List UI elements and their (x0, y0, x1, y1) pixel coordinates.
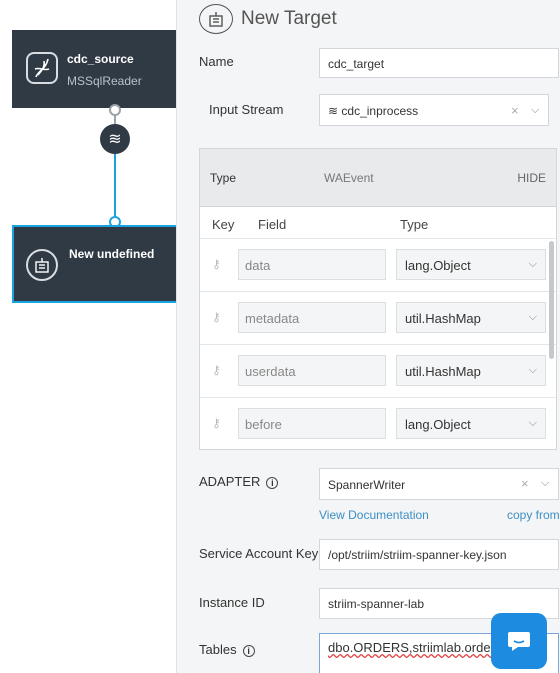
type-label: Type (210, 171, 237, 185)
field-type-value: util.HashMap (405, 364, 481, 379)
chat-button[interactable] (491, 613, 547, 669)
type-header: Type WAEvent HIDE (200, 149, 556, 207)
source-node-subtitle: MSSqlReader (67, 74, 142, 88)
chevron-down-icon: ⌵ (528, 258, 537, 270)
field-name[interactable]: userdata (238, 355, 386, 386)
source-node-title: cdc_source (67, 52, 134, 66)
connector-line-active (114, 154, 116, 220)
field-type-value: lang.Object (405, 417, 471, 432)
waves-icon: ≋ (328, 104, 339, 118)
info-icon[interactable]: i (242, 644, 255, 657)
field-type-value: lang.Object (405, 258, 471, 273)
field-row: ⚷ metadata util.HashMap ⌵ (200, 292, 556, 345)
name-input[interactable]: cdc_target (319, 48, 559, 78)
field-type-select[interactable]: lang.Object ⌵ (396, 249, 546, 280)
field-type-select[interactable]: util.HashMap ⌵ (396, 355, 546, 386)
field-row: ⚷ data lang.Object ⌵ (200, 239, 556, 292)
mssql-reader-icon (26, 52, 58, 84)
chevron-down-icon: ⌵ (528, 364, 537, 376)
field-type-value: util.HashMap (405, 311, 481, 326)
chevron-down-icon: ⌵ (528, 417, 537, 429)
target-icon (199, 4, 233, 34)
info-icon[interactable]: i (266, 476, 279, 489)
source-node[interactable]: cdc_source MSSqlReader (12, 30, 176, 108)
tables-label-text: Tables (199, 642, 237, 657)
view-documentation-link[interactable]: View Documentation (319, 508, 429, 522)
waves-icon: ≋ (108, 131, 122, 148)
field-name[interactable]: before (238, 408, 386, 439)
target-icon (26, 249, 58, 281)
field-type-select[interactable]: util.HashMap ⌵ (396, 302, 546, 333)
adapter-label: ADAPTER i (199, 474, 279, 489)
key-icon[interactable]: ⚷ (212, 257, 221, 271)
clear-icon[interactable]: × (521, 476, 529, 491)
adapter-label-text: ADAPTER (199, 474, 261, 489)
field-name[interactable]: metadata (238, 302, 386, 333)
type-value: WAEvent (324, 171, 374, 185)
chevron-down-icon[interactable]: ⌵ (541, 477, 549, 490)
service-account-key-input[interactable]: /opt/striim/striim-spanner-key.json (319, 539, 559, 570)
fields-scrollbar[interactable] (549, 241, 554, 359)
instance-id-label: Instance ID (199, 595, 265, 610)
key-column-header: Key (212, 217, 235, 232)
input-stream-label: Input Stream (209, 102, 284, 117)
chat-icon (508, 632, 530, 651)
panel-header: New Target (199, 4, 337, 34)
panel-title: New Target (241, 8, 337, 29)
connector-line (114, 114, 116, 124)
hide-button[interactable]: HIDE (517, 171, 546, 185)
field-row: ⚷ before lang.Object ⌵ (200, 398, 556, 451)
key-icon[interactable]: ⚷ (212, 310, 221, 324)
name-label: Name (199, 54, 234, 69)
copy-from-link[interactable]: copy from (507, 508, 560, 522)
input-stream-value: cdc_inprocess (341, 104, 419, 118)
type-section: Type WAEvent HIDE Key Field Type ⚷ data … (199, 148, 557, 450)
field-row: ⚷ userdata util.HashMap ⌵ (200, 345, 556, 398)
chevron-down-icon[interactable]: ⌵ (531, 104, 539, 117)
tables-label: Tables i (199, 642, 255, 657)
key-icon[interactable]: ⚷ (212, 363, 221, 377)
flow-canvas[interactable]: cdc_source MSSqlReader ≋ New undefined (0, 0, 176, 673)
target-node[interactable]: New undefined (12, 225, 176, 303)
stream-badge[interactable]: ≋ (100, 124, 130, 154)
key-icon[interactable]: ⚷ (212, 416, 221, 430)
field-type-select[interactable]: lang.Object ⌵ (396, 408, 546, 439)
target-node-title: New undefined (69, 247, 155, 261)
tables-value: dbo.ORDERS,striimlab.orders (328, 640, 502, 655)
chevron-down-icon: ⌵ (528, 311, 537, 323)
fields-column-headers: Key Field Type (200, 207, 556, 239)
service-account-key-label: Service Account Key (199, 546, 319, 561)
field-name[interactable]: data (238, 249, 386, 280)
field-column-header: Field (258, 217, 287, 232)
properties-panel: New Target Name cdc_target Input Stream … (176, 0, 560, 673)
clear-icon[interactable]: × (511, 103, 519, 118)
type-column-header: Type (400, 217, 429, 232)
